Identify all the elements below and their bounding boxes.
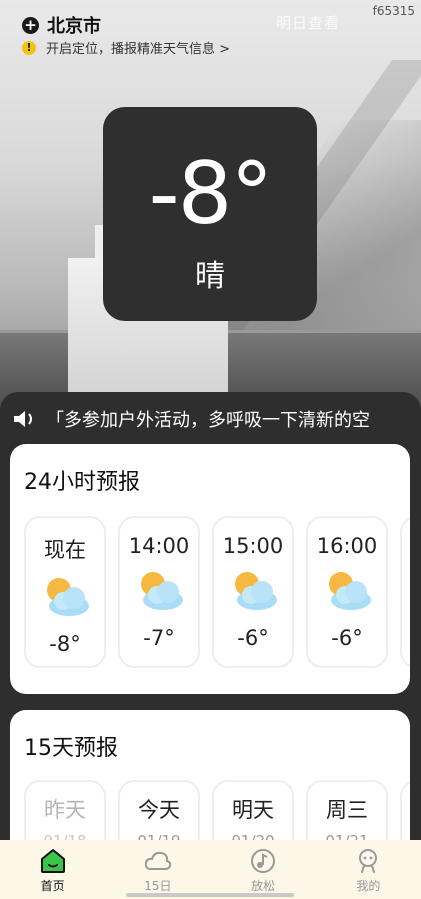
tab-profile[interactable]: 我的 [316, 840, 421, 899]
city-selector[interactable]: + 北京市 [22, 12, 101, 38]
hourly-time: 15:00 [222, 534, 284, 558]
warning-icon: ! [22, 40, 36, 55]
daily-name: 周三 [326, 798, 368, 822]
daily-name: 昨天 [44, 798, 86, 822]
city-name[interactable]: 北京市 [47, 12, 101, 38]
hourly-time: 16:00 [316, 534, 378, 558]
tab-label: 放松 [251, 879, 276, 893]
forecast-sheet: 「多参加户外活动，多呼吸一下清新的空 24小时预报 现在 -8° 14:00 -… [0, 392, 421, 899]
tab-label: 我的 [356, 879, 381, 893]
partly-cloudy-icon [235, 572, 277, 610]
hourly-item[interactable]: 16:00 -6° [306, 516, 388, 668]
bottom-tab-bar: 首页 15日 放松 我的 [0, 840, 421, 899]
hourly-time: 14:00 [128, 534, 190, 558]
tab-relax[interactable]: 放松 [211, 840, 316, 899]
hourly-item[interactable]: 现在 -8° [24, 516, 106, 668]
tab-label: 15日 [144, 879, 172, 893]
debug-code: f65315 [372, 4, 415, 18]
home-icon [40, 849, 65, 873]
add-city-icon[interactable]: + [22, 16, 39, 34]
partly-cloudy-icon [329, 572, 371, 610]
cloud-icon [144, 851, 172, 870]
hourly-temp: -6° [331, 626, 363, 650]
tab-label: 首页 [40, 879, 65, 893]
hourly-item-partial[interactable] [400, 516, 410, 668]
current-temperature: -8° [148, 144, 274, 244]
partly-cloudy-icon [47, 578, 89, 616]
hourly-list[interactable]: 现在 -8° 14:00 -7° 15:00 -6° 16:00 -6° [24, 516, 410, 668]
hourly-temp: -6° [237, 626, 269, 650]
hourly-forecast-title: 24小时预报 [24, 470, 140, 495]
current-condition: 晴 [195, 259, 225, 294]
location-hint-text[interactable]: 开启定位，播报精准天气信息 > [46, 38, 230, 57]
current-weather-card: -8° 晴 [103, 107, 317, 321]
music-note-icon [251, 849, 276, 873]
tab-15-day[interactable]: 15日 [105, 840, 210, 899]
tab-home[interactable]: 首页 [0, 840, 105, 899]
hourly-item[interactable]: 15:00 -6° [212, 516, 294, 668]
tomorrow-hint[interactable]: 明日查看 [276, 12, 340, 33]
hourly-temp: -8° [49, 632, 81, 656]
hourly-forecast-card: 24小时预报 现在 -8° 14:00 -7° 15:00 -6° 16:00 … [10, 444, 410, 694]
daily-name: 今天 [138, 798, 180, 822]
home-indicator [126, 893, 294, 897]
hourly-item[interactable]: 14:00 -7° [118, 516, 200, 668]
speaker-icon [14, 411, 32, 427]
notice-text: 「多参加户外活动，多呼吸一下清新的空 [46, 410, 370, 431]
daily-forecast-title: 15天预报 [24, 736, 118, 761]
partly-cloudy-icon [141, 572, 183, 610]
notice-bar: 「多参加户外活动，多呼吸一下清新的空 [12, 406, 412, 432]
daily-name: 明天 [232, 798, 274, 822]
profile-icon [359, 849, 378, 873]
location-permission-hint[interactable]: ! 开启定位，播报精准天气信息 > [22, 38, 230, 57]
hourly-time: 现在 [44, 538, 86, 562]
hourly-temp: -7° [143, 626, 175, 650]
